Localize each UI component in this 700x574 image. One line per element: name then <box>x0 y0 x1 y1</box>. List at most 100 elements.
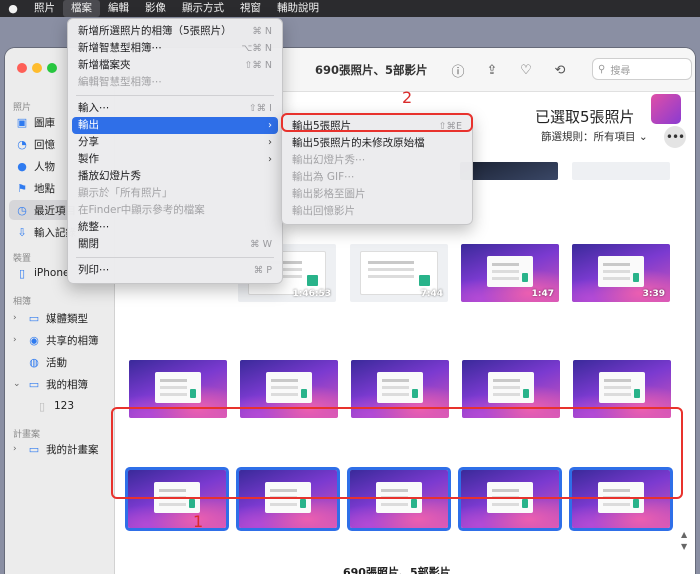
menu-item-close[interactable]: 關閉 ⌘ W <box>68 236 282 253</box>
menu-view[interactable]: 顯示方式 <box>174 0 232 17</box>
selection-thumbnail <box>651 94 681 124</box>
search-field[interactable]: ⚲ 搜尋 <box>592 58 692 80</box>
photo-thumbnail[interactable] <box>460 162 558 180</box>
more-options-button[interactable]: ••• <box>664 126 686 148</box>
sidebar-item-shared-albums[interactable]: › ◉ 共享的相簿 <box>9 330 113 350</box>
menu-item-label: 輸出回憶影片 <box>292 205 355 217</box>
menu-item-label: 在Finder中顯示參考的檔案 <box>78 204 205 216</box>
window-title: 690張照片、5部影片 <box>315 63 428 77</box>
menu-item-show-referenced-file-in-finder: 在Finder中顯示參考的檔案 <box>68 202 282 219</box>
sidebar-section-albums: 相簿 <box>13 297 32 307</box>
menu-item-new-folder[interactable]: 新增檔案夾 ⇧⌘ N <box>68 57 282 74</box>
menu-item-export-gif: 輸出為 GIF⋯ <box>282 169 472 186</box>
menu-item-new-smart-album[interactable]: 新增智慧型相簿⋯ ⌥⌘ N <box>68 40 282 57</box>
scroll-down-arrow-icon[interactable]: ▼ <box>681 542 687 551</box>
favorite-heart-icon[interactable]: ♡ <box>517 61 535 79</box>
minimize-window-button[interactable] <box>32 63 42 73</box>
sidebar-item-album-123[interactable]: ▯ 123 <box>9 396 113 416</box>
chevron-down-icon[interactable]: ⌄ <box>13 379 21 389</box>
video-duration: 1:47 <box>531 289 554 299</box>
imports-icon: ⇩ <box>17 225 27 239</box>
filter-label: 篩選規則：所有項目 <box>541 131 636 143</box>
search-placeholder: 搜尋 <box>610 65 631 77</box>
thumbnail-content <box>599 371 645 404</box>
menu-item-label: 關閉 <box>78 238 99 250</box>
sidebar-item-label: 我的計畫案 <box>46 443 99 456</box>
menu-item-label: 新增所選照片的相簿（5張照片） <box>78 25 232 37</box>
menu-item-play-slideshow[interactable]: 播放幻燈片秀 <box>68 168 282 185</box>
sidebar-item-my-albums[interactable]: ⌄ ▭ 我的相簿 <box>9 374 113 394</box>
sidebar-item-label: 123 <box>54 400 75 412</box>
iphone-icon: ▯ <box>18 266 26 280</box>
thumbnail-content <box>377 371 423 404</box>
menu-file[interactable]: 檔案 <box>63 0 100 17</box>
thumbnail-content <box>487 255 533 288</box>
sidebar-item-label: 共享的相簿 <box>46 334 99 347</box>
menu-item-label: 編輯智慧型相簿⋯ <box>78 76 162 88</box>
rotate-icon[interactable]: ⟲ <box>551 61 569 79</box>
menu-item-show-in-all-photos: 顯示於「所有照片」 <box>68 185 282 202</box>
annotation-box-selected-photos <box>111 407 683 499</box>
recents-icon: ◷ <box>17 203 27 217</box>
annotation-box-export-photos <box>281 113 473 132</box>
sidebar-item-label: 圖庫 <box>34 116 55 129</box>
photo-thumbnail[interactable] <box>572 162 670 180</box>
sidebar-item-activity[interactable]: ◍ 活動 <box>9 352 113 372</box>
menu-help[interactable]: 輔助說明 <box>269 0 327 17</box>
zoom-window-button[interactable] <box>47 63 57 73</box>
thumbnail-content <box>266 371 312 404</box>
search-icon: ⚲ <box>598 63 606 75</box>
sidebar-item-my-projects[interactable]: › ▭ 我的計畫案 <box>9 439 113 459</box>
menu-item-export-unmodified-originals[interactable]: 輸出5張照片的未修改原始檔 <box>282 135 472 152</box>
photo-thumbnail[interactable]: 1:47 <box>461 244 559 302</box>
share-icon[interactable]: ⇪ <box>483 61 501 79</box>
menu-window[interactable]: 視窗 <box>232 0 269 17</box>
menu-item-label: 新增檔案夾 <box>78 59 131 71</box>
video-duration: 7:44 <box>420 289 443 299</box>
menu-item-label: 播放幻燈片秀 <box>78 170 141 182</box>
menu-separator <box>76 95 274 96</box>
apple-menu-icon[interactable]: ● <box>0 2 26 15</box>
close-window-button[interactable] <box>17 63 27 73</box>
file-menu: 新增所選照片的相簿（5張照片） ⌘ N 新增智慧型相簿⋯ ⌥⌘ N 新增檔案夾 ⇧⌘ … <box>67 18 283 284</box>
menu-shortcut: ⌥⌘ N <box>241 43 272 54</box>
sidebar-item-media-types[interactable]: › ▭ 媒體類型 <box>9 308 113 328</box>
menu-photos[interactable]: 照片 <box>26 0 63 17</box>
menu-shortcut: ⇧⌘ I <box>248 103 272 114</box>
chevron-right-icon[interactable]: › <box>13 335 21 345</box>
annotation-number-2: 2 <box>402 88 413 107</box>
menu-item-label: 分享 <box>78 136 99 148</box>
menu-item-label: 輸入⋯ <box>78 102 110 114</box>
sidebar-item-label: 回憶 <box>34 138 55 151</box>
menu-item-create[interactable]: 製作 › <box>68 151 282 168</box>
annotation-number-1: 1 <box>193 512 204 531</box>
scroll-up-arrow-icon[interactable]: ▲ <box>681 530 687 539</box>
menu-image[interactable]: 影像 <box>137 0 174 17</box>
menu-item-import[interactable]: 輸入⋯ ⇧⌘ I <box>68 100 282 117</box>
menu-item-share[interactable]: 分享 › <box>68 134 282 151</box>
sidebar-item-label: 媒體類型 <box>46 312 88 325</box>
menu-item-export[interactable]: 輸出 › <box>72 117 278 134</box>
menu-item-export-memory-movie: 輸出回憶影片 <box>282 203 472 220</box>
menu-item-new-album-with-selection[interactable]: 新增所選照片的相簿（5張照片） ⌘ N <box>68 23 282 40</box>
menu-item-export-slideshow: 輸出幻燈片秀⋯ <box>282 152 472 169</box>
menu-item-print[interactable]: 列印⋯ ⌘ P <box>68 262 282 279</box>
photo-thumbnail[interactable]: 3:39 <box>572 244 670 302</box>
menu-edit[interactable]: 編輯 <box>100 0 137 17</box>
thumbnail-content <box>598 255 644 288</box>
sidebar-item-label: 人物 <box>34 160 55 173</box>
menu-item-consolidate[interactable]: 統整⋯ <box>68 219 282 236</box>
menu-separator <box>76 257 274 258</box>
chevron-right-icon[interactable]: › <box>13 313 21 323</box>
menu-item-label: 製作 <box>78 153 99 165</box>
submenu-arrow-icon: › <box>268 120 272 131</box>
folder-icon: ▭ <box>28 311 40 325</box>
menu-shortcut: ⇧⌘ N <box>244 60 272 71</box>
submenu-arrow-icon: › <box>268 154 272 165</box>
info-icon[interactable]: ⓘ <box>449 61 467 80</box>
photo-thumbnail[interactable]: 7:44 <box>350 244 448 302</box>
menu-item-export-frame-to-image: 輸出影格至圖片 <box>282 186 472 203</box>
chevron-right-icon[interactable]: › <box>13 444 21 454</box>
filter-dropdown[interactable]: 篩選規則：所有項目 ⌄ <box>541 129 648 144</box>
chevron-down-icon: ⌄ <box>638 131 648 143</box>
